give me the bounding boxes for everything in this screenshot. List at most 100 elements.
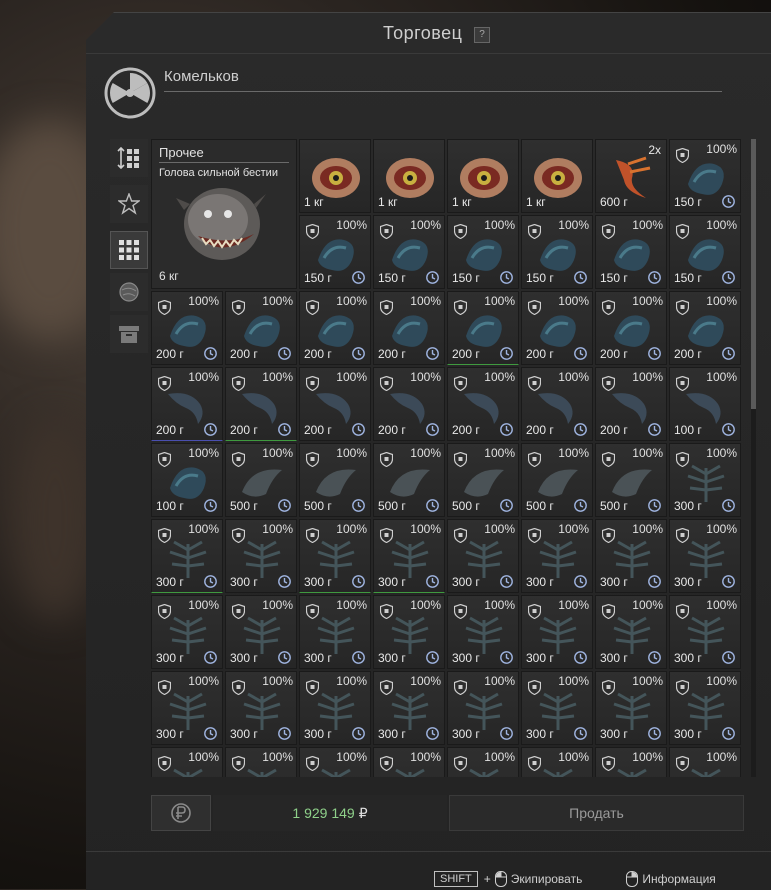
item-weight: 300 г bbox=[452, 651, 480, 665]
item-slot[interactable]: 100% 200 г bbox=[373, 367, 445, 441]
item-slot[interactable]: 100% 300 г bbox=[669, 595, 741, 669]
help-button[interactable]: ? bbox=[474, 27, 490, 43]
item-slot[interactable]: 100% 300 г bbox=[595, 671, 667, 745]
item-slot[interactable]: 100% 150 г bbox=[299, 215, 371, 289]
item-slot[interactable]: 100% 300 г bbox=[595, 519, 667, 593]
item-durability: 100% bbox=[410, 522, 441, 536]
item-slot[interactable]: 100% 300 г bbox=[299, 519, 371, 593]
item-slot[interactable]: 100% 500 г bbox=[447, 443, 519, 517]
item-slot[interactable]: 100% 500 г bbox=[299, 443, 371, 517]
item-slot[interactable]: 100% bbox=[299, 747, 371, 777]
item-durability: 100% bbox=[188, 598, 219, 612]
artifacts-button[interactable] bbox=[110, 273, 148, 311]
item-slot[interactable]: 1 кг bbox=[521, 139, 593, 213]
item-slot[interactable]: 100% bbox=[669, 747, 741, 777]
item-slot[interactable]: 100% 300 г bbox=[595, 595, 667, 669]
item-slot[interactable]: 100% 300 г bbox=[225, 671, 297, 745]
item-slot[interactable]: 100% bbox=[373, 747, 445, 777]
item-slot[interactable]: 100% 200 г bbox=[595, 367, 667, 441]
item-slot[interactable]: 100% 100 г bbox=[669, 367, 741, 441]
clock-icon bbox=[204, 651, 217, 664]
item-slot[interactable]: 100% 150 г bbox=[669, 139, 741, 213]
item-slot[interactable]: 1 кг bbox=[373, 139, 445, 213]
item-slot[interactable]: 100% 300 г bbox=[225, 519, 297, 593]
item-slot[interactable]: 100% 150 г bbox=[447, 215, 519, 289]
item-slot[interactable]: 100% bbox=[521, 747, 593, 777]
clock-icon bbox=[500, 499, 513, 512]
item-slot[interactable]: 100% 150 г bbox=[595, 215, 667, 289]
item-slot[interactable]: 100% 300 г bbox=[669, 443, 741, 517]
item-slot[interactable]: 100% 200 г bbox=[669, 291, 741, 365]
item-slot[interactable]: 100% 200 г bbox=[151, 291, 223, 365]
item-slot[interactable]: 100% 200 г bbox=[225, 291, 297, 365]
item-slot[interactable]: 100% bbox=[595, 747, 667, 777]
sell-button[interactable]: Продать bbox=[449, 795, 744, 831]
item-slot[interactable]: 100% 300 г bbox=[447, 519, 519, 593]
item-slot[interactable]: 100% 300 г bbox=[669, 671, 741, 745]
grid-scrollbar[interactable] bbox=[751, 139, 756, 777]
item-image bbox=[606, 154, 658, 200]
selected-item-card[interactable]: Прочее Голова сильной бестии 6 кг bbox=[151, 139, 297, 289]
item-slot[interactable]: 100% 150 г bbox=[373, 215, 445, 289]
item-slot[interactable]: 100% 200 г bbox=[595, 291, 667, 365]
item-weight: 200 г bbox=[600, 423, 628, 437]
item-slot[interactable]: 100% bbox=[225, 747, 297, 777]
clock-icon bbox=[648, 727, 661, 740]
item-slot[interactable]: 100% 500 г bbox=[521, 443, 593, 517]
item-image bbox=[458, 154, 510, 200]
item-slot[interactable]: 100% 150 г bbox=[521, 215, 593, 289]
all-items-button[interactable] bbox=[110, 231, 148, 269]
item-slot[interactable]: 100% 300 г bbox=[151, 519, 223, 593]
item-slot[interactable]: 100% 300 г bbox=[373, 519, 445, 593]
item-slot[interactable]: 100% 300 г bbox=[299, 671, 371, 745]
item-slot[interactable]: 100% bbox=[151, 747, 223, 777]
item-slot[interactable]: 100% 300 г bbox=[521, 671, 593, 745]
item-slot[interactable]: 100% 300 г bbox=[447, 671, 519, 745]
item-slot[interactable]: 100% 300 г bbox=[151, 671, 223, 745]
item-slot[interactable]: 100% 200 г bbox=[299, 291, 371, 365]
item-weight: 300 г bbox=[674, 575, 702, 589]
item-durability: 100% bbox=[706, 750, 737, 764]
item-durability: 100% bbox=[336, 674, 367, 688]
item-slot[interactable]: 100% 300 г bbox=[373, 671, 445, 745]
scrollbar-thumb[interactable] bbox=[751, 139, 756, 409]
item-slot[interactable]: 100% 300 г bbox=[669, 519, 741, 593]
misc-button[interactable] bbox=[110, 315, 148, 353]
item-slot[interactable]: 100% 200 г bbox=[151, 367, 223, 441]
item-name: Голова сильной бестии bbox=[159, 167, 278, 179]
item-slot[interactable]: 100% 300 г bbox=[521, 519, 593, 593]
durability-shield-icon bbox=[379, 375, 394, 392]
item-slot[interactable]: 100% 300 г bbox=[521, 595, 593, 669]
durability-shield-icon bbox=[527, 679, 542, 696]
item-slot[interactable]: 100% 300 г bbox=[225, 595, 297, 669]
item-slot[interactable]: 100% 500 г bbox=[225, 443, 297, 517]
item-slot[interactable]: 100% bbox=[447, 747, 519, 777]
item-weight: 300 г bbox=[230, 727, 258, 741]
favorites-button[interactable] bbox=[110, 185, 148, 223]
durability-shield-icon bbox=[157, 679, 172, 696]
item-slot[interactable]: 100% 500 г bbox=[373, 443, 445, 517]
item-slot[interactable]: 100% 300 г bbox=[151, 595, 223, 669]
item-slot[interactable]: 100% 300 г bbox=[447, 595, 519, 669]
item-slot[interactable]: 100% 200 г bbox=[447, 291, 519, 365]
item-slot[interactable]: 100% 200 г bbox=[299, 367, 371, 441]
currency-toggle-button[interactable] bbox=[151, 795, 211, 831]
item-slot[interactable]: 100% 200 г bbox=[447, 367, 519, 441]
item-slot[interactable]: 100% 200 г bbox=[373, 291, 445, 365]
item-slot[interactable]: 100% 200 г bbox=[521, 291, 593, 365]
item-slot[interactable]: 100% 200 г bbox=[521, 367, 593, 441]
item-slot[interactable]: 1 кг bbox=[447, 139, 519, 213]
item-slot[interactable]: 100% 500 г bbox=[595, 443, 667, 517]
item-durability: 100% bbox=[336, 750, 367, 764]
item-slot[interactable]: 100% 300 г bbox=[373, 595, 445, 669]
item-slot[interactable]: 100% 200 г bbox=[225, 367, 297, 441]
item-slot[interactable]: 100% 150 г bbox=[669, 215, 741, 289]
clock-icon bbox=[722, 651, 735, 664]
item-weight: 300 г bbox=[600, 651, 628, 665]
sort-button[interactable] bbox=[110, 139, 148, 177]
item-slot[interactable]: 1 кг bbox=[299, 139, 371, 213]
item-slot[interactable]: 2x 600 г bbox=[595, 139, 667, 213]
item-slot[interactable]: 100% 300 г bbox=[299, 595, 371, 669]
item-slot[interactable]: 100% 100 г bbox=[151, 443, 223, 517]
clock-icon bbox=[500, 727, 513, 740]
